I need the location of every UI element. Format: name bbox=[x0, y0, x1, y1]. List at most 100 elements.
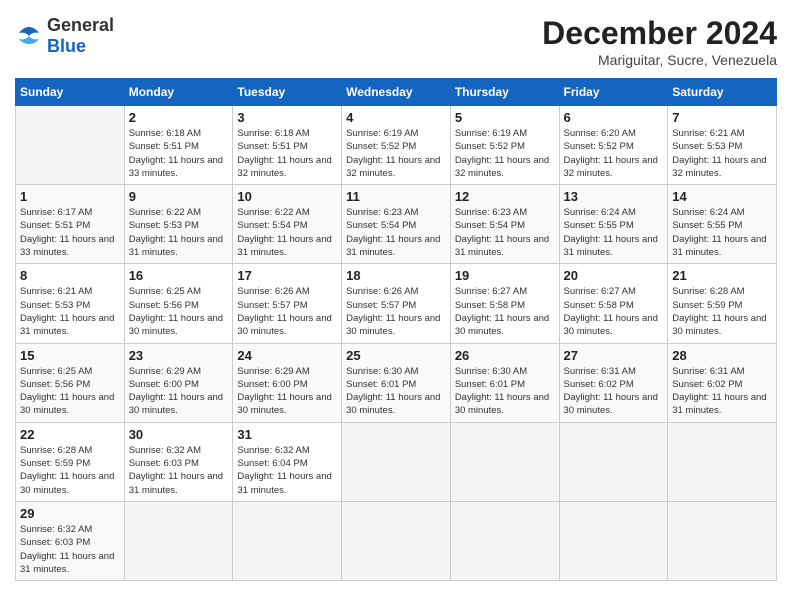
calendar-row: 2 Sunrise: 6:18 AM Sunset: 5:51 PM Dayli… bbox=[16, 106, 777, 185]
calendar-cell bbox=[450, 422, 559, 501]
day-number: 17 bbox=[237, 268, 337, 283]
day-info: Sunrise: 6:18 AM Sunset: 5:51 PM Dayligh… bbox=[129, 127, 229, 180]
logo-blue: Blue bbox=[47, 36, 86, 56]
day-number: 22 bbox=[20, 427, 120, 442]
calendar-cell: 31 Sunrise: 6:32 AM Sunset: 6:04 PM Dayl… bbox=[233, 422, 342, 501]
calendar-row: 1 Sunrise: 6:17 AM Sunset: 5:51 PM Dayli… bbox=[16, 185, 777, 264]
calendar-cell: 12 Sunrise: 6:23 AM Sunset: 5:54 PM Dayl… bbox=[450, 185, 559, 264]
calendar-cell bbox=[342, 501, 451, 580]
calendar-cell: 10 Sunrise: 6:22 AM Sunset: 5:54 PM Dayl… bbox=[233, 185, 342, 264]
calendar-cell bbox=[559, 422, 668, 501]
day-info: Sunrise: 6:19 AM Sunset: 5:52 PM Dayligh… bbox=[346, 127, 446, 180]
logo-bird-icon bbox=[15, 25, 43, 47]
day-number: 11 bbox=[346, 189, 446, 204]
day-number: 8 bbox=[20, 268, 120, 283]
calendar-cell: 28 Sunrise: 6:31 AM Sunset: 6:02 PM Dayl… bbox=[668, 343, 777, 422]
calendar-cell: 4 Sunrise: 6:19 AM Sunset: 5:52 PM Dayli… bbox=[342, 106, 451, 185]
day-number: 23 bbox=[129, 348, 229, 363]
day-info: Sunrise: 6:22 AM Sunset: 5:53 PM Dayligh… bbox=[129, 206, 229, 259]
calendar-cell bbox=[16, 106, 125, 185]
day-info: Sunrise: 6:20 AM Sunset: 5:52 PM Dayligh… bbox=[564, 127, 664, 180]
calendar-cell: 22 Sunrise: 6:28 AM Sunset: 5:59 PM Dayl… bbox=[16, 422, 125, 501]
day-info: Sunrise: 6:27 AM Sunset: 5:58 PM Dayligh… bbox=[564, 285, 664, 338]
day-info: Sunrise: 6:23 AM Sunset: 5:54 PM Dayligh… bbox=[346, 206, 446, 259]
calendar-cell: 14 Sunrise: 6:24 AM Sunset: 5:55 PM Dayl… bbox=[668, 185, 777, 264]
day-number: 2 bbox=[129, 110, 229, 125]
calendar-cell: 25 Sunrise: 6:30 AM Sunset: 6:01 PM Dayl… bbox=[342, 343, 451, 422]
calendar-cell bbox=[233, 501, 342, 580]
calendar-cell: 11 Sunrise: 6:23 AM Sunset: 5:54 PM Dayl… bbox=[342, 185, 451, 264]
day-info: Sunrise: 6:25 AM Sunset: 5:56 PM Dayligh… bbox=[20, 365, 120, 418]
weekday-header-sunday: Sunday bbox=[16, 79, 125, 106]
calendar-row: 15 Sunrise: 6:25 AM Sunset: 5:56 PM Dayl… bbox=[16, 343, 777, 422]
calendar-cell: 9 Sunrise: 6:22 AM Sunset: 5:53 PM Dayli… bbox=[124, 185, 233, 264]
day-number: 28 bbox=[672, 348, 772, 363]
day-number: 15 bbox=[20, 348, 120, 363]
calendar-cell: 7 Sunrise: 6:21 AM Sunset: 5:53 PM Dayli… bbox=[668, 106, 777, 185]
day-number: 31 bbox=[237, 427, 337, 442]
day-number: 27 bbox=[564, 348, 664, 363]
title-section: December 2024 Mariguitar, Sucre, Venezue… bbox=[542, 15, 777, 68]
weekday-header-row: SundayMondayTuesdayWednesdayThursdayFrid… bbox=[16, 79, 777, 106]
calendar-cell: 20 Sunrise: 6:27 AM Sunset: 5:58 PM Dayl… bbox=[559, 264, 668, 343]
day-number: 16 bbox=[129, 268, 229, 283]
weekday-header-saturday: Saturday bbox=[668, 79, 777, 106]
calendar-cell bbox=[668, 501, 777, 580]
weekday-header-thursday: Thursday bbox=[450, 79, 559, 106]
day-number: 5 bbox=[455, 110, 555, 125]
month-title: December 2024 bbox=[542, 15, 777, 52]
day-number: 10 bbox=[237, 189, 337, 204]
calendar-cell: 30 Sunrise: 6:32 AM Sunset: 6:03 PM Dayl… bbox=[124, 422, 233, 501]
day-number: 20 bbox=[564, 268, 664, 283]
day-info: Sunrise: 6:31 AM Sunset: 6:02 PM Dayligh… bbox=[564, 365, 664, 418]
calendar-cell: 17 Sunrise: 6:26 AM Sunset: 5:57 PM Dayl… bbox=[233, 264, 342, 343]
day-info: Sunrise: 6:30 AM Sunset: 6:01 PM Dayligh… bbox=[346, 365, 446, 418]
day-number: 12 bbox=[455, 189, 555, 204]
day-info: Sunrise: 6:27 AM Sunset: 5:58 PM Dayligh… bbox=[455, 285, 555, 338]
calendar-cell bbox=[450, 501, 559, 580]
calendar-cell: 21 Sunrise: 6:28 AM Sunset: 5:59 PM Dayl… bbox=[668, 264, 777, 343]
calendar-cell: 29 Sunrise: 6:32 AM Sunset: 6:03 PM Dayl… bbox=[16, 501, 125, 580]
weekday-header-tuesday: Tuesday bbox=[233, 79, 342, 106]
calendar-cell: 6 Sunrise: 6:20 AM Sunset: 5:52 PM Dayli… bbox=[559, 106, 668, 185]
day-info: Sunrise: 6:24 AM Sunset: 5:55 PM Dayligh… bbox=[564, 206, 664, 259]
day-info: Sunrise: 6:22 AM Sunset: 5:54 PM Dayligh… bbox=[237, 206, 337, 259]
day-info: Sunrise: 6:28 AM Sunset: 5:59 PM Dayligh… bbox=[672, 285, 772, 338]
calendar-cell bbox=[342, 422, 451, 501]
logo-general: General bbox=[47, 15, 114, 35]
day-info: Sunrise: 6:29 AM Sunset: 6:00 PM Dayligh… bbox=[237, 365, 337, 418]
day-number: 24 bbox=[237, 348, 337, 363]
day-number: 4 bbox=[346, 110, 446, 125]
day-info: Sunrise: 6:18 AM Sunset: 5:51 PM Dayligh… bbox=[237, 127, 337, 180]
day-number: 18 bbox=[346, 268, 446, 283]
day-info: Sunrise: 6:32 AM Sunset: 6:04 PM Dayligh… bbox=[237, 444, 337, 497]
day-info: Sunrise: 6:24 AM Sunset: 5:55 PM Dayligh… bbox=[672, 206, 772, 259]
day-number: 6 bbox=[564, 110, 664, 125]
weekday-header-monday: Monday bbox=[124, 79, 233, 106]
logo: General Blue bbox=[15, 15, 114, 57]
day-number: 30 bbox=[129, 427, 229, 442]
day-number: 9 bbox=[129, 189, 229, 204]
calendar-cell: 8 Sunrise: 6:21 AM Sunset: 5:53 PM Dayli… bbox=[16, 264, 125, 343]
calendar-cell: 2 Sunrise: 6:18 AM Sunset: 5:51 PM Dayli… bbox=[124, 106, 233, 185]
calendar-cell: 23 Sunrise: 6:29 AM Sunset: 6:00 PM Dayl… bbox=[124, 343, 233, 422]
day-info: Sunrise: 6:32 AM Sunset: 6:03 PM Dayligh… bbox=[129, 444, 229, 497]
day-number: 19 bbox=[455, 268, 555, 283]
calendar-row: 22 Sunrise: 6:28 AM Sunset: 5:59 PM Dayl… bbox=[16, 422, 777, 501]
calendar-table: SundayMondayTuesdayWednesdayThursdayFrid… bbox=[15, 78, 777, 581]
calendar-cell: 24 Sunrise: 6:29 AM Sunset: 6:00 PM Dayl… bbox=[233, 343, 342, 422]
day-number: 26 bbox=[455, 348, 555, 363]
day-info: Sunrise: 6:19 AM Sunset: 5:52 PM Dayligh… bbox=[455, 127, 555, 180]
calendar-cell bbox=[124, 501, 233, 580]
day-number: 13 bbox=[564, 189, 664, 204]
calendar-row: 29 Sunrise: 6:32 AM Sunset: 6:03 PM Dayl… bbox=[16, 501, 777, 580]
day-number: 14 bbox=[672, 189, 772, 204]
day-info: Sunrise: 6:29 AM Sunset: 6:00 PM Dayligh… bbox=[129, 365, 229, 418]
calendar-cell: 16 Sunrise: 6:25 AM Sunset: 5:56 PM Dayl… bbox=[124, 264, 233, 343]
calendar-cell: 1 Sunrise: 6:17 AM Sunset: 5:51 PM Dayli… bbox=[16, 185, 125, 264]
page-header: General Blue December 2024 Mariguitar, S… bbox=[15, 15, 777, 68]
day-info: Sunrise: 6:23 AM Sunset: 5:54 PM Dayligh… bbox=[455, 206, 555, 259]
calendar-cell: 15 Sunrise: 6:25 AM Sunset: 5:56 PM Dayl… bbox=[16, 343, 125, 422]
day-info: Sunrise: 6:26 AM Sunset: 5:57 PM Dayligh… bbox=[237, 285, 337, 338]
location: Mariguitar, Sucre, Venezuela bbox=[542, 52, 777, 68]
